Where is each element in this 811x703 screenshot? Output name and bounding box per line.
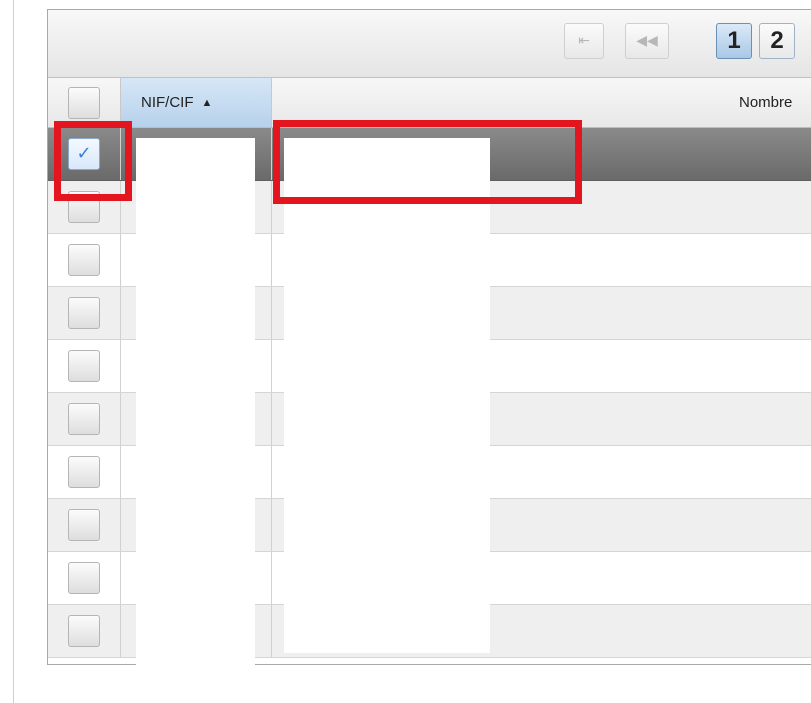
row-select-cell	[48, 393, 121, 445]
row-checkbox[interactable]: ✓	[68, 138, 100, 170]
row-checkbox[interactable]	[68, 562, 100, 594]
page-1-button[interactable]: 1	[716, 23, 752, 59]
page-2-label: 2	[770, 27, 784, 54]
grid-pagination-toolbar: ⇤ ◀◀ 1 2	[48, 10, 811, 78]
row-select-cell	[48, 446, 121, 498]
row-checkbox[interactable]	[68, 615, 100, 647]
previous-page-icon: ◀◀	[636, 33, 658, 49]
nif-column-label: NIF/CIF	[141, 94, 194, 111]
row-select-cell	[48, 340, 121, 392]
row-checkbox[interactable]	[68, 244, 100, 276]
table-header-row: NIF/CIF ▲ Nombre	[48, 78, 811, 128]
row-checkbox[interactable]	[68, 350, 100, 382]
row-checkbox[interactable]	[68, 403, 100, 435]
sort-asc-icon: ▲	[201, 96, 213, 109]
page-1-label: 1	[727, 27, 741, 54]
row-select-cell	[48, 605, 121, 657]
row-select-cell	[48, 234, 121, 286]
screen: ⇤ ◀◀ 1 2 NIF/CIF ▲ Nombre ✓	[0, 0, 811, 703]
row-select-cell: ✓	[48, 128, 121, 180]
select-all-checkbox[interactable]	[68, 86, 100, 119]
row-checkbox[interactable]	[68, 297, 100, 329]
row-select-cell	[48, 181, 121, 233]
previous-page-button[interactable]: ◀◀	[625, 23, 669, 59]
nif-column-header[interactable]: NIF/CIF ▲	[121, 78, 272, 127]
first-page-button[interactable]: ⇤	[564, 23, 604, 59]
row-select-cell	[48, 287, 121, 339]
first-page-icon: ⇤	[578, 33, 590, 49]
left-divider	[13, 0, 14, 703]
row-select-cell	[48, 499, 121, 551]
row-checkbox[interactable]	[68, 456, 100, 488]
name-column-header[interactable]: Nombre	[739, 78, 811, 127]
row-checkbox[interactable]	[68, 509, 100, 541]
page-2-button[interactable]: 2	[759, 23, 795, 59]
redaction-overlay-name	[284, 138, 490, 653]
redaction-overlay-nif	[136, 138, 255, 665]
name-column-label: Nombre	[739, 94, 793, 111]
check-icon: ✓	[76, 143, 92, 164]
row-select-cell	[48, 552, 121, 604]
select-all-column-header	[48, 78, 121, 127]
row-checkbox[interactable]	[68, 191, 100, 223]
